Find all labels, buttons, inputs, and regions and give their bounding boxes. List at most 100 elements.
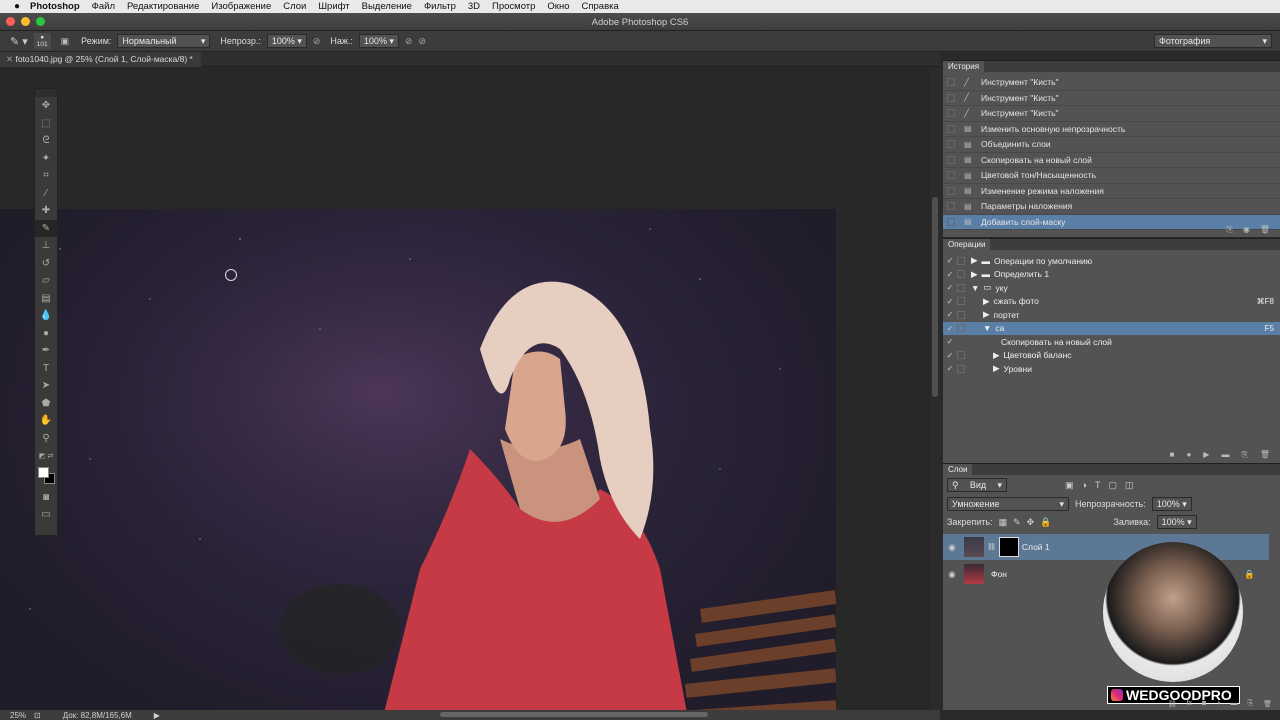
adjustment-filter-icon[interactable]: ◑ bbox=[1082, 480, 1087, 490]
play-icon[interactable]: ▶ bbox=[1203, 450, 1209, 460]
canvas-area[interactable] bbox=[0, 67, 940, 710]
new-snapshot-icon[interactable]: ◉ bbox=[1243, 225, 1250, 235]
menu-edit[interactable]: Редактирование bbox=[127, 1, 199, 12]
eyedropper-tool-icon[interactable]: ⁄ bbox=[35, 185, 57, 203]
action-row-selected[interactable]: ✓ ▼ са F5 bbox=[943, 321, 1280, 335]
action-step-row[interactable]: ✓ Скопировать на новый слой bbox=[943, 335, 1280, 349]
foreground-color-swatch[interactable] bbox=[38, 466, 49, 478]
dialog-toggle-icon[interactable] bbox=[957, 351, 965, 360]
check-icon[interactable]: ✓ bbox=[943, 351, 957, 360]
type-tool-icon[interactable]: T bbox=[35, 360, 57, 378]
layer-name[interactable]: Слой 1 bbox=[1022, 542, 1050, 552]
screen-mode-icon[interactable]: ▭ bbox=[35, 506, 57, 524]
history-source-checkbox[interactable] bbox=[947, 124, 955, 133]
history-source-checkbox[interactable] bbox=[947, 202, 955, 211]
clone-stamp-tool-icon[interactable]: ⊥ bbox=[35, 237, 57, 255]
dialog-toggle-icon[interactable] bbox=[957, 364, 965, 373]
marquee-tool-icon[interactable]: ⬚ bbox=[35, 115, 57, 133]
dodge-tool-icon[interactable]: ● bbox=[35, 325, 57, 343]
action-step-row[interactable]: ✓ ▶ Уровни bbox=[943, 362, 1280, 376]
pressure-size-icon[interactable]: ⊘ bbox=[418, 36, 426, 47]
check-icon[interactable]: ✓ bbox=[943, 337, 957, 346]
menu-image[interactable]: Изображение bbox=[211, 1, 271, 12]
action-row[interactable]: ✓ ▶ портет bbox=[943, 308, 1280, 322]
action-set-row[interactable]: ✓ ▶ ▬ Определить 1 bbox=[943, 268, 1280, 282]
menu-view[interactable]: Просмотр bbox=[492, 1, 535, 12]
history-source-checkbox[interactable] bbox=[947, 140, 955, 149]
dialog-toggle-icon[interactable] bbox=[957, 297, 965, 306]
history-item[interactable]: ╱ Инструмент "Кисть" bbox=[943, 106, 1280, 122]
action-set-row[interactable]: ✓ ▼ ▭ уку bbox=[943, 281, 1280, 295]
layer-mask-thumbnail[interactable] bbox=[998, 537, 1019, 557]
tools-panel-header[interactable] bbox=[35, 89, 57, 97]
check-icon[interactable]: ✓ bbox=[943, 324, 957, 333]
menu-help[interactable]: Справка bbox=[582, 1, 619, 12]
history-brush-tool-icon[interactable]: ↺ bbox=[35, 255, 57, 273]
expand-arrow-icon[interactable]: ▶ bbox=[993, 350, 1000, 361]
link-layers-icon[interactable]: ⛓ bbox=[1168, 700, 1177, 708]
history-item[interactable]: ▤ Изменение режима наложения bbox=[943, 184, 1280, 199]
check-icon[interactable]: ✓ bbox=[943, 283, 957, 292]
check-icon[interactable]: ✓ bbox=[943, 310, 957, 319]
collapse-arrow-icon[interactable]: ▼ bbox=[971, 283, 979, 293]
adjustment-layer-icon[interactable]: ◑ bbox=[1216, 700, 1220, 708]
layer-opacity-field[interactable]: 100% ▾ bbox=[1151, 497, 1192, 511]
document-tab[interactable]: ✕ foto1040.jpg @ 25% (Слой 1, Слой-маска… bbox=[0, 52, 201, 67]
record-icon[interactable]: ● bbox=[1186, 450, 1191, 460]
menu-window[interactable]: Окно bbox=[547, 1, 569, 12]
stop-icon[interactable]: ■ bbox=[1170, 450, 1175, 460]
crop-tool-icon[interactable]: ⌗ bbox=[35, 167, 57, 185]
dialog-toggle-icon[interactable] bbox=[957, 338, 965, 346]
new-document-from-state-icon[interactable]: ⎘ bbox=[1226, 225, 1232, 235]
lock-transparency-icon[interactable]: ▦ bbox=[999, 517, 1008, 528]
document-canvas[interactable] bbox=[0, 209, 836, 710]
default-colors-icon[interactable]: ◩ ⇄ bbox=[35, 447, 57, 465]
airbrush-icon[interactable]: ⊘ bbox=[405, 36, 413, 47]
fill-field[interactable]: 100% ▾ bbox=[1156, 515, 1197, 529]
link-icon[interactable]: ⛓ bbox=[987, 543, 996, 551]
lock-position-icon[interactable]: ✥ bbox=[1027, 517, 1035, 528]
status-doc-icon[interactable]: ⊡ bbox=[34, 711, 41, 720]
lock-pixels-icon[interactable]: ✎ bbox=[1013, 517, 1021, 528]
menu-file[interactable]: Файл bbox=[92, 1, 115, 12]
layer-thumbnail[interactable] bbox=[964, 564, 984, 584]
pen-tool-icon[interactable]: ✒ bbox=[35, 342, 57, 360]
check-icon[interactable]: ✓ bbox=[943, 364, 957, 373]
menu-type[interactable]: Шрифт bbox=[318, 1, 349, 12]
brush-tool-icon[interactable]: ✎ bbox=[35, 219, 57, 237]
new-layer-icon[interactable]: ⎘ bbox=[1248, 700, 1254, 708]
eraser-tool-icon[interactable]: ▱ bbox=[35, 272, 57, 290]
layers-tab[interactable]: Слои bbox=[943, 464, 973, 475]
history-item[interactable]: ╱ Инструмент "Кисть" bbox=[943, 75, 1280, 91]
lock-all-icon[interactable]: 🔒 bbox=[1040, 517, 1051, 528]
dialog-toggle-icon[interactable] bbox=[957, 310, 965, 319]
eye-icon[interactable]: ◉ bbox=[943, 542, 961, 553]
eye-icon[interactable]: ◉ bbox=[943, 569, 961, 580]
history-source-checkbox[interactable] bbox=[947, 93, 955, 102]
status-menu-arrow-icon[interactable]: ▶ bbox=[154, 711, 160, 720]
mode-dropdown[interactable]: Нормальный ▾ bbox=[117, 34, 211, 48]
history-source-checkbox[interactable] bbox=[947, 155, 955, 164]
history-item[interactable]: ▤ Цветовой тон/Насыщенность bbox=[943, 168, 1280, 184]
expand-arrow-icon[interactable]: ▶ bbox=[993, 363, 1000, 374]
workspace-dropdown[interactable]: Фотография ▾ bbox=[1154, 34, 1272, 48]
menu-layers[interactable]: Слои bbox=[283, 1, 306, 12]
brush-tool-icon[interactable]: ✎ ▾ bbox=[10, 35, 28, 48]
blend-mode-dropdown[interactable]: Умножение ▾ bbox=[947, 497, 1069, 511]
opacity-field[interactable]: 100% ▾ bbox=[266, 34, 307, 48]
history-item[interactable]: ▤ Объединить слои bbox=[943, 137, 1280, 153]
history-source-checkbox[interactable] bbox=[947, 186, 955, 195]
new-group-icon[interactable]: ▬ bbox=[1231, 700, 1238, 708]
dialog-toggle-icon[interactable] bbox=[957, 270, 965, 279]
expand-arrow-icon[interactable]: ▶ bbox=[983, 309, 990, 320]
smart-object-filter-icon[interactable]: ◫ bbox=[1125, 480, 1134, 491]
pressure-opacity-icon[interactable]: ⊘ bbox=[313, 36, 321, 47]
menu-photoshop[interactable]: Photoshop bbox=[30, 1, 80, 12]
menu-select[interactable]: Выделение bbox=[362, 1, 412, 12]
layer-row-selected[interactable]: ◉ ⛓ Слой 1 bbox=[943, 534, 1269, 560]
pixel-filter-icon[interactable]: ▣ bbox=[1065, 480, 1074, 491]
dialog-toggle-icon[interactable] bbox=[957, 256, 965, 265]
history-item[interactable]: ╱ Инструмент "Кисть" bbox=[943, 91, 1280, 106]
path-selection-tool-icon[interactable]: ➤ bbox=[35, 377, 57, 395]
history-source-checkbox[interactable] bbox=[947, 109, 955, 118]
